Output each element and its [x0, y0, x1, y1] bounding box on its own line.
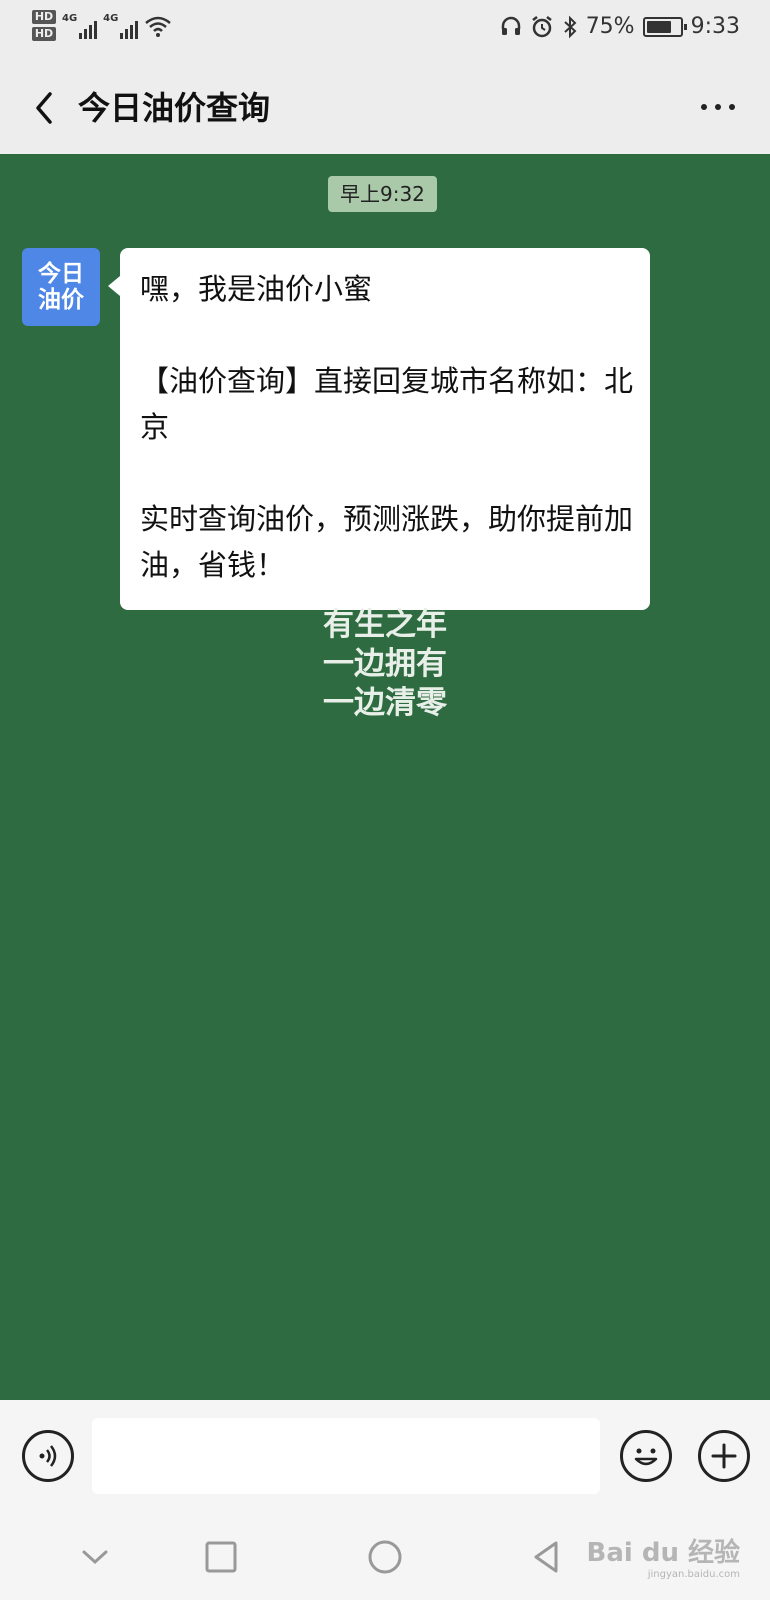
chevron-down-icon[interactable] [70, 1532, 120, 1582]
watermark-main: Bai du 经验 [586, 1538, 741, 1568]
wallpaper-line-3: 一边清零 [323, 685, 447, 721]
message-timestamp: 早上9:32 [328, 176, 437, 212]
voice-icon[interactable] [22, 1430, 74, 1482]
network-type-2: 4G [103, 12, 119, 24]
battery-fill [646, 20, 671, 33]
emoji-icon[interactable] [620, 1430, 672, 1482]
alarm-icon [531, 15, 552, 37]
hd-badge-1: HD [32, 10, 56, 24]
wifi-icon [145, 16, 172, 37]
hd-badges: HD HD [32, 10, 56, 41]
wallpaper-text: 有生之年 一边拥有 一边清零 [0, 606, 770, 723]
signal-2-icon: 4G [103, 12, 139, 39]
message-line-3: 实时查询油价，预测涨跌，助你提前加油，省钱！ [140, 502, 634, 582]
network-type-1: 4G [62, 12, 78, 24]
baidu-watermark: Bai du 经验 jingyan.baidu.com [587, 1532, 741, 1580]
phone-screen: HD HD 4G 4G 75% 9:33 今日油价查询 早上9:32 今日 油价… [0, 0, 770, 1600]
chat-area[interactable]: 早上9:32 今日 油价 嘿，我是油价小蜜 【油价查询】直接回复城市名称如：北京… [0, 154, 770, 1400]
triangle-back-icon[interactable] [522, 1532, 572, 1582]
plus-icon[interactable] [698, 1430, 750, 1482]
chevron-left-icon[interactable] [22, 84, 70, 132]
avatar[interactable]: 今日 油价 [22, 248, 100, 326]
message-bubble[interactable]: 嘿，我是油价小蜜 【油价查询】直接回复城市名称如：北京 实时查询油价，预测涨跌，… [108, 248, 650, 610]
wallpaper-line-2: 一边拥有 [323, 646, 447, 682]
status-bar: HD HD 4G 4G 75% 9:33 [0, 0, 770, 62]
headphones-icon [501, 16, 520, 35]
battery-percent: 75% [585, 14, 635, 39]
message-input[interactable] [92, 1418, 600, 1494]
more-dots-icon[interactable] [696, 92, 740, 122]
input-bar [0, 1400, 770, 1512]
square-icon[interactable] [196, 1532, 246, 1582]
signal-1-icon: 4G [62, 12, 98, 39]
bluetooth-icon [564, 15, 577, 38]
status-left: HD HD 4G 4G [32, 10, 172, 41]
avatar-line-1: 今日 [38, 261, 84, 287]
title-bar: 今日油价查询 [0, 62, 770, 154]
page-title: 今日油价查询 [78, 89, 271, 127]
message-line-1: 嘿，我是油价小蜜 [140, 272, 373, 306]
status-right: 75% 9:33 [500, 14, 740, 39]
message-line-2: 【油价查询】直接回复城市名称如：北京 [140, 364, 634, 444]
circle-icon[interactable] [360, 1532, 410, 1582]
watermark-sub: jingyan.baidu.com [647, 1569, 740, 1580]
avatar-line-2: 油价 [38, 287, 84, 313]
battery-icon [642, 16, 687, 37]
clock: 9:33 [690, 14, 740, 39]
hd-badge-2: HD [32, 27, 56, 41]
wallpaper-line-1: 有生之年 [323, 607, 447, 643]
system-nav-bar: Bai du 经验 jingyan.baidu.com [0, 1512, 770, 1600]
